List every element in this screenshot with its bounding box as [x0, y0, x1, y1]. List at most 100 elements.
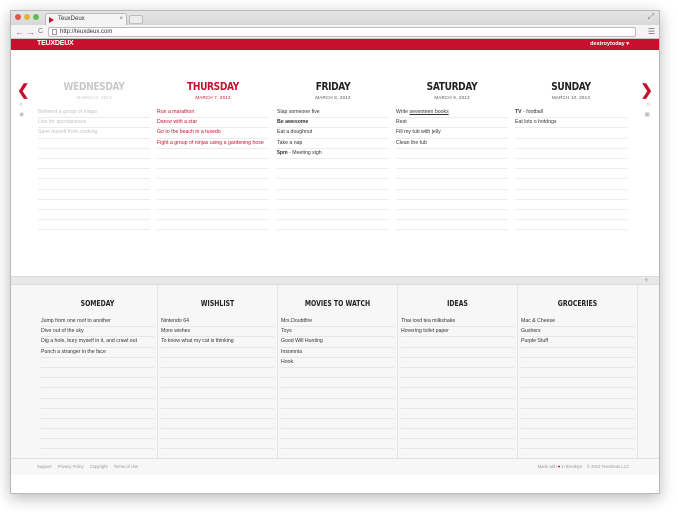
empty-list-slot[interactable] [161, 378, 274, 389]
new-tab-button[interactable] [129, 15, 143, 24]
empty-list-slot[interactable] [161, 419, 274, 430]
empty-task-slot[interactable] [157, 179, 269, 190]
empty-task-slot[interactable] [38, 139, 150, 149]
list-item[interactable]: Mrs.Doubtfire [281, 317, 394, 328]
empty-task-slot[interactable] [157, 200, 269, 210]
empty-list-slot[interactable] [401, 399, 514, 409]
empty-list-slot[interactable] [521, 439, 634, 450]
empty-task-slot[interactable] [38, 200, 150, 210]
empty-list-slot[interactable] [521, 419, 634, 430]
empty-task-slot[interactable] [157, 169, 269, 180]
empty-task-slot[interactable] [38, 179, 150, 190]
add-list-icon[interactable]: + [644, 275, 649, 285]
browser-tab[interactable]: TeuxDeux × [45, 13, 127, 25]
list-item[interactable]: Thai iced tea milkshake [401, 317, 514, 328]
empty-list-slot[interactable] [401, 419, 514, 430]
task-item[interactable]: Befriend a group of ninjas [38, 108, 150, 119]
task-item[interactable]: Save myself from choking [38, 128, 150, 139]
task-item[interactable]: Fight a group of ninjas using a gardenin… [157, 139, 269, 149]
empty-task-slot[interactable] [515, 210, 627, 221]
empty-list-slot[interactable] [41, 378, 154, 389]
empty-task-slot[interactable] [515, 220, 627, 231]
list-item[interactable]: Hook [281, 358, 394, 368]
empty-list-slot[interactable] [401, 348, 514, 358]
back-icon[interactable]: ← [15, 26, 24, 38]
task-item[interactable]: Clean the tub [396, 139, 508, 149]
empty-task-slot[interactable] [515, 179, 627, 190]
empty-task-slot[interactable] [396, 159, 508, 170]
empty-list-slot[interactable] [161, 368, 274, 379]
empty-task-slot[interactable] [38, 220, 150, 231]
zoom-window-button[interactable] [33, 14, 39, 20]
empty-list-slot[interactable] [281, 429, 394, 440]
close-window-button[interactable] [15, 14, 21, 20]
empty-list-slot[interactable] [401, 409, 514, 419]
task-item[interactable]: Be awesome [277, 118, 389, 129]
prev-week-arrow-icon[interactable]: ❮ [17, 81, 30, 99]
empty-task-slot[interactable] [396, 179, 508, 190]
empty-task-slot[interactable] [277, 220, 389, 231]
empty-list-slot[interactable] [281, 378, 394, 389]
empty-list-slot[interactable] [281, 439, 394, 450]
empty-list-slot[interactable] [161, 399, 274, 409]
list-item[interactable]: More wishes [161, 327, 274, 338]
empty-task-slot[interactable] [396, 200, 508, 210]
empty-task-slot[interactable] [396, 210, 508, 221]
empty-task-slot[interactable] [277, 190, 389, 200]
empty-task-slot[interactable] [157, 190, 269, 200]
empty-task-slot[interactable] [515, 159, 627, 170]
list-item[interactable]: Nintendo 64 [161, 317, 274, 328]
empty-list-slot[interactable] [161, 388, 274, 399]
jump-forward-icon[interactable]: » [647, 102, 650, 108]
list-item[interactable]: Punch a stranger in the face [41, 348, 154, 358]
empty-list-slot[interactable] [161, 409, 274, 419]
empty-list-slot[interactable] [41, 358, 154, 368]
jump-back-icon[interactable]: « [19, 102, 22, 108]
empty-list-slot[interactable] [281, 419, 394, 430]
empty-list-slot[interactable] [161, 348, 274, 358]
task-item[interactable]: 5pm - Meeting sigh [277, 149, 389, 159]
list-item[interactable]: Toys [281, 327, 394, 338]
minimize-window-button[interactable] [24, 14, 30, 20]
empty-list-slot[interactable] [521, 429, 634, 440]
address-bar[interactable]: http://teuxdeux.com [48, 27, 636, 37]
empty-list-slot[interactable] [401, 337, 514, 348]
empty-list-slot[interactable] [41, 429, 154, 440]
footer-link-privacy[interactable]: Privacy Policy [58, 464, 84, 469]
empty-task-slot[interactable] [515, 128, 627, 139]
section-divider[interactable]: + [11, 275, 659, 285]
empty-list-slot[interactable] [41, 399, 154, 409]
next-week-arrow-icon[interactable]: ❯ [640, 81, 653, 99]
task-item[interactable]: Eat a doughnut [277, 128, 389, 139]
empty-list-slot[interactable] [521, 348, 634, 358]
list-item[interactable]: Jump from one roof to another [41, 317, 154, 328]
empty-list-slot[interactable] [41, 439, 154, 450]
empty-list-slot[interactable] [281, 368, 394, 379]
task-item[interactable]: Go to the beach in a tuxedo [157, 128, 269, 139]
empty-task-slot[interactable] [38, 159, 150, 170]
empty-task-slot[interactable] [38, 169, 150, 180]
list-title[interactable]: MOVIES TO WATCH [289, 299, 387, 308]
empty-list-slot[interactable] [521, 399, 634, 409]
empty-task-slot[interactable] [277, 169, 389, 180]
tab-close-icon[interactable]: × [119, 14, 123, 25]
empty-list-slot[interactable] [161, 439, 274, 450]
empty-task-slot[interactable] [157, 210, 269, 221]
task-item[interactable]: Run a marathon [157, 108, 269, 119]
empty-task-slot[interactable] [396, 169, 508, 180]
empty-list-slot[interactable] [521, 378, 634, 389]
list-item[interactable]: Dive out of the sky [41, 327, 154, 338]
empty-list-slot[interactable] [401, 429, 514, 440]
empty-task-slot[interactable] [515, 190, 627, 200]
calendar-icon[interactable]: ▣ [644, 111, 650, 118]
footer-link-copyright[interactable]: Copyright [90, 464, 108, 469]
empty-task-slot[interactable] [38, 190, 150, 200]
task-item[interactable]: Write seventeen books [396, 108, 508, 119]
teuxdeux-logo[interactable]: TEUXDEUX [37, 40, 74, 47]
empty-list-slot[interactable] [41, 368, 154, 379]
empty-list-slot[interactable] [401, 388, 514, 399]
list-item[interactable]: Mac & Cheese [521, 317, 634, 328]
list-item[interactable]: To know what my cat is thinking [161, 337, 274, 348]
empty-list-slot[interactable] [41, 419, 154, 430]
empty-task-slot[interactable] [277, 210, 389, 221]
